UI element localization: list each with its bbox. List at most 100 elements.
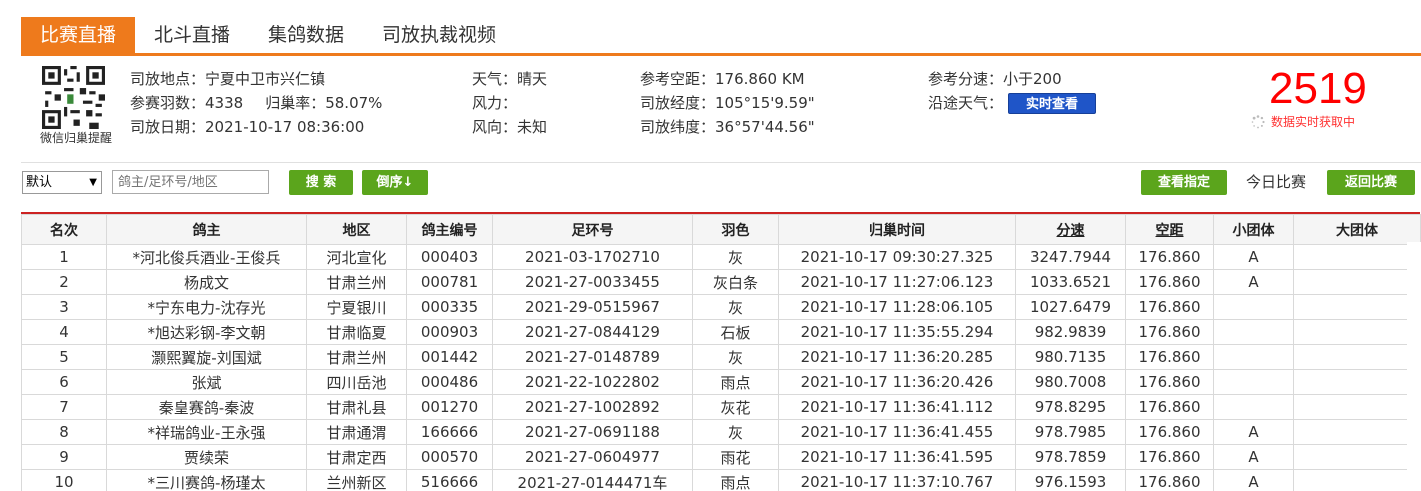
reverse-order-button[interactable]: 倒序↓ [362, 170, 428, 195]
table-row: 9 贾续荣 甘肃定西 000570 2021-27-0604977 雨花 2021-10-1… [21, 444, 1421, 470]
tab-release-video[interactable]: 司放执裁视频 [363, 17, 515, 53]
release-date: 司放日期：2021-10-17 08:36:00 [130, 117, 364, 137]
search-button[interactable]: 搜 索 [289, 170, 353, 195]
header-distance[interactable]: 空距 [1125, 214, 1214, 245]
header-ring-number[interactable]: 足环号 [492, 214, 693, 245]
cell-speed: 978.7859 [1015, 444, 1126, 470]
weather-value: 晴天 [517, 70, 548, 88]
cell-large-group [1293, 469, 1421, 491]
cell-ring-number: 2021-27-0148789 [492, 344, 693, 370]
header-region[interactable]: 地区 [306, 214, 407, 245]
header-large-group[interactable]: 大团体 [1293, 214, 1421, 245]
return-rate-label: 归巢率： [265, 94, 326, 112]
tab-collection-data[interactable]: 集鸽数据 [249, 17, 363, 53]
header-distance-label[interactable]: 空距 [1156, 223, 1184, 239]
cell-region: 甘肃礼县 [306, 394, 407, 420]
search-input[interactable] [112, 170, 269, 194]
entry-count: 参赛羽数：4338 归巢率：58.07% [130, 93, 382, 113]
header-owner[interactable]: 鸽主 [106, 214, 307, 245]
header-speed-label[interactable]: 分速 [1057, 223, 1085, 239]
tab-beidou-live[interactable]: 北斗直播 [135, 17, 249, 53]
date-label: 司放日期： [130, 118, 206, 136]
cell-speed: 980.7135 [1015, 344, 1126, 370]
cell-return-time: 2021-10-17 09:30:27.325 [778, 244, 1016, 270]
cell-return-time: 2021-10-17 11:36:20.285 [778, 344, 1016, 370]
cell-feather-color: 灰 [692, 344, 779, 370]
table-row: 8 *祥瑞鸽业-王永强 甘肃通渭 166666 2021-27-0691188 灰 2021… [21, 419, 1421, 445]
cell-owner-id: 000403 [406, 244, 493, 270]
distance-value: 176.860 KM [715, 70, 805, 88]
cell-rank: 5 [21, 344, 107, 370]
cell-return-time: 2021-10-17 11:36:41.595 [778, 444, 1016, 470]
cell-feather-color: 灰花 [692, 394, 779, 420]
arrived-count: 2519 [1269, 64, 1367, 113]
header-owner-id[interactable]: 鸽主编号 [406, 214, 493, 245]
cell-speed: 980.7008 [1015, 369, 1126, 395]
cell-ring-number: 2021-27-0604977 [492, 444, 693, 470]
cell-owner: 杨成文 [106, 269, 307, 295]
view-specified-button[interactable]: 查看指定 [1141, 170, 1227, 195]
qr-code-icon[interactable] [42, 66, 105, 129]
cell-rank: 9 [21, 444, 107, 470]
table-row: 1 *河北俊兵酒业-王俊兵 河北宣化 000403 2021-03-1702710 灰 20… [21, 244, 1421, 270]
cell-rank: 6 [21, 369, 107, 395]
cell-return-time: 2021-10-17 11:36:41.112 [778, 394, 1016, 420]
longitude-value: 105°15'9.59" [715, 94, 815, 112]
cell-large-group [1293, 294, 1421, 320]
cell-owner: 灏熙翼旋-刘国斌 [106, 344, 307, 370]
results-table: 名次 鸽主 地区 鸽主编号 足环号 羽色 归巢时间 分速 空距 小团体 大团体 … [21, 212, 1421, 491]
cell-feather-color: 灰白条 [692, 269, 779, 295]
cell-owner-id: 166666 [406, 419, 493, 445]
cell-rank: 2 [21, 269, 107, 295]
header-return-time[interactable]: 归巢时间 [778, 214, 1016, 245]
cell-small-group: A [1213, 269, 1294, 295]
today-races-link[interactable]: 今日比赛 [1246, 171, 1306, 194]
cell-owner: *三川赛鸽-杨瑾太 [106, 469, 307, 491]
cell-owner: *宁东电力-沈存光 [106, 294, 307, 320]
cell-owner: *河北俊兵酒业-王俊兵 [106, 244, 307, 270]
cell-ring-number: 2021-27-0844129 [492, 319, 693, 345]
table-header-row: 名次 鸽主 地区 鸽主编号 足环号 羽色 归巢时间 分速 空距 小团体 大团体 [21, 214, 1421, 245]
table-row: 10 *三川赛鸽-杨瑾太 兰州新区 516666 2021-27-0144471车 雨点 2… [21, 469, 1421, 491]
cell-distance: 176.860 [1125, 369, 1214, 395]
table-row: 7 秦皇赛鸽-秦波 甘肃礼县 001270 2021-27-1002892 灰花 2021-… [21, 394, 1421, 420]
cell-large-group [1293, 369, 1421, 395]
back-to-race-button[interactable]: 返回比赛 [1327, 170, 1415, 195]
cell-return-time: 2021-10-17 11:35:55.294 [778, 319, 1016, 345]
cell-speed: 978.8295 [1015, 394, 1126, 420]
location-value: 宁夏中卫市兴仁镇 [205, 70, 326, 88]
count-value: 4338 [205, 94, 244, 112]
header-feather-color[interactable]: 羽色 [692, 214, 779, 245]
cell-owner-id: 000570 [406, 444, 493, 470]
table-row: 4 *旭达彩钢-李文朝 甘肃临夏 000903 2021-27-0844129 石板 202… [21, 319, 1421, 345]
cell-ring-number: 2021-27-1002892 [492, 394, 693, 420]
table-row: 6 张斌 四川岳池 000486 2021-22-1022802 雨点 2021-10-17… [21, 369, 1421, 395]
cell-region: 甘肃兰州 [306, 344, 407, 370]
wind-force: 风力： [472, 93, 517, 113]
cell-large-group [1293, 444, 1421, 470]
status-indicator: 数据实时获取中 [1251, 113, 1355, 130]
reference-distance: 参考空距：176.860 KM [640, 69, 805, 89]
table-row: 3 *宁东电力-沈存光 宁夏银川 000335 2021-29-0515967 灰 2021… [21, 294, 1421, 320]
cell-rank: 1 [21, 244, 107, 270]
cell-feather-color: 灰 [692, 244, 779, 270]
header-rank[interactable]: 名次 [21, 214, 107, 245]
cell-distance: 176.860 [1125, 294, 1214, 320]
header-speed[interactable]: 分速 [1015, 214, 1126, 245]
cell-region: 兰州新区 [306, 469, 407, 491]
cell-return-time: 2021-10-17 11:36:41.455 [778, 419, 1016, 445]
cell-large-group [1293, 394, 1421, 420]
tab-live-race[interactable]: 比赛直播 [21, 17, 136, 53]
tab-bar: 比赛直播 北斗直播 集鸽数据 司放执裁视频 [21, 17, 1421, 56]
status-text: 数据实时获取中 [1271, 115, 1356, 129]
cell-small-group [1213, 344, 1294, 370]
distance-label: 参考空距： [640, 70, 716, 88]
sort-mode-select[interactable]: 默认 ▼ [22, 171, 102, 194]
release-location: 司放地点：宁夏中卫市兴仁镇 [130, 69, 325, 89]
header-small-group[interactable]: 小团体 [1213, 214, 1294, 245]
cell-distance: 176.860 [1125, 469, 1214, 491]
cell-owner: 秦皇赛鸽-秦波 [106, 394, 307, 420]
vertical-scrollbar[interactable] [1407, 242, 1421, 491]
cell-owner: *祥瑞鸽业-王永强 [106, 419, 307, 445]
realtime-weather-button[interactable]: 实时查看 [1008, 93, 1096, 114]
